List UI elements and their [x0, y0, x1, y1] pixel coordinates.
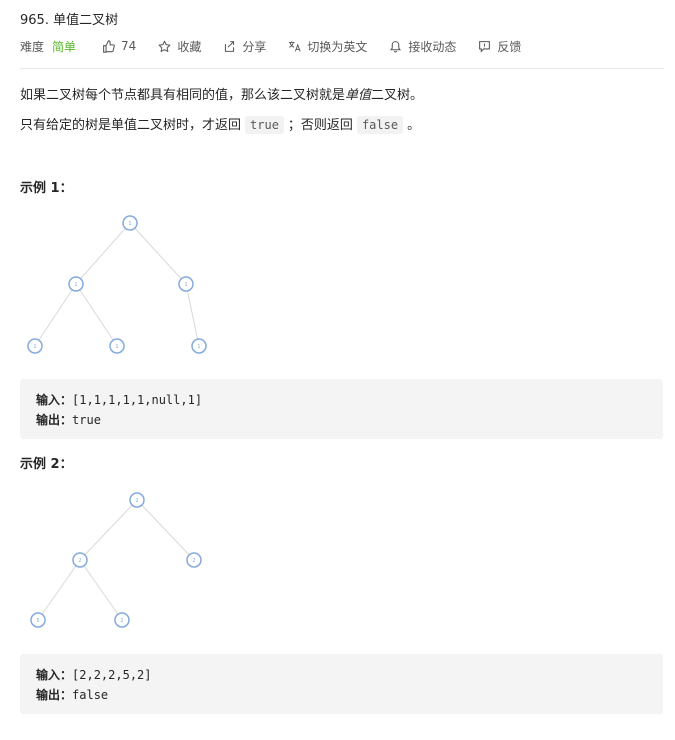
feedback-button[interactable]: 反馈	[478, 38, 521, 55]
tree-node: 2	[114, 612, 130, 628]
like-button[interactable]: 74	[102, 39, 136, 53]
header-divider	[20, 68, 664, 69]
example-1-output-row: 输出：true	[36, 413, 101, 427]
like-count: 74	[121, 39, 137, 53]
description-paragraph-1: 如果二叉树每个节点都具有相同的值，那么该二叉树就是单值二叉树。	[20, 88, 424, 103]
translate-icon	[289, 40, 301, 52]
example-2-output-row: 输出：false	[36, 688, 109, 702]
tree-node: 1	[122, 215, 138, 231]
svg-text:1: 1	[128, 221, 131, 227]
svg-text:2: 2	[135, 498, 138, 504]
difficulty-badge: 简单	[52, 39, 77, 54]
svg-text:1: 1	[197, 344, 200, 350]
svg-text:5: 5	[36, 618, 39, 624]
emphasis-unival: 单值	[345, 88, 372, 103]
code-true: true	[245, 116, 284, 134]
svg-text:2: 2	[78, 558, 81, 564]
svg-text:2: 2	[192, 558, 195, 564]
example-2-title: 示例 2：	[20, 457, 73, 472]
share-label: 分享	[242, 39, 267, 54]
favorite-button[interactable]: 收藏	[158, 38, 201, 55]
svg-text:2: 2	[120, 618, 123, 624]
problem-meta-bar: 难度 简单 74 收藏 分享 切换为英文 接收动态 反馈	[20, 36, 543, 56]
example-1-title: 示例 1：	[20, 181, 73, 196]
tree-node: 1	[27, 338, 43, 354]
tree-node: 1	[178, 276, 194, 292]
svg-text:1: 1	[115, 344, 118, 350]
problem-title: 965. 单值二叉树	[20, 13, 119, 28]
tree-node: 5	[30, 612, 46, 628]
bell-icon	[390, 40, 402, 52]
switch-language-button[interactable]: 切换为英文	[288, 38, 367, 55]
example-2-tree-diagram: 2 2 2 5 2	[30, 492, 202, 628]
example-2-code-block: 输入：[2,2,2,5,2] 输出：false	[20, 654, 663, 714]
difficulty-label: 难度	[20, 39, 45, 54]
favorite-label: 收藏	[177, 39, 202, 54]
feedback-label: 反馈	[497, 39, 522, 54]
switch-language-label: 切换为英文	[307, 39, 368, 54]
svg-text:1: 1	[184, 282, 187, 288]
subscribe-label: 接收动态	[408, 39, 457, 54]
subscribe-button[interactable]: 接收动态	[389, 38, 456, 55]
share-button[interactable]: 分享	[223, 38, 266, 55]
tree-node: 1	[191, 338, 207, 354]
svg-text:1: 1	[33, 344, 36, 350]
star-icon	[158, 40, 171, 52]
tree-node: 2	[72, 552, 88, 568]
example-2-input-row: 输入：[2,2,2,5,2]	[36, 668, 152, 682]
share-icon	[225, 40, 235, 52]
description-paragraph-2: 只有给定的树是单值二叉树时，才返回 true ；否则返回 false。	[20, 116, 421, 134]
example-1-input-row: 输入：[1,1,1,1,1,null,1]	[36, 393, 203, 407]
feedback-icon	[479, 40, 491, 53]
code-false: false	[356, 116, 404, 134]
svg-text:1: 1	[74, 282, 77, 288]
example-1-tree-diagram: 1 1 1 1 1 1	[27, 215, 207, 354]
tree-node: 2	[186, 552, 202, 568]
tree-node: 2	[129, 492, 145, 508]
example-1-code-block: 输入：[1,1,1,1,1,null,1] 输出：true	[20, 379, 663, 439]
tree-node: 1	[109, 338, 125, 354]
thumbs-up-icon	[103, 39, 115, 53]
tree-node: 1	[68, 276, 84, 292]
